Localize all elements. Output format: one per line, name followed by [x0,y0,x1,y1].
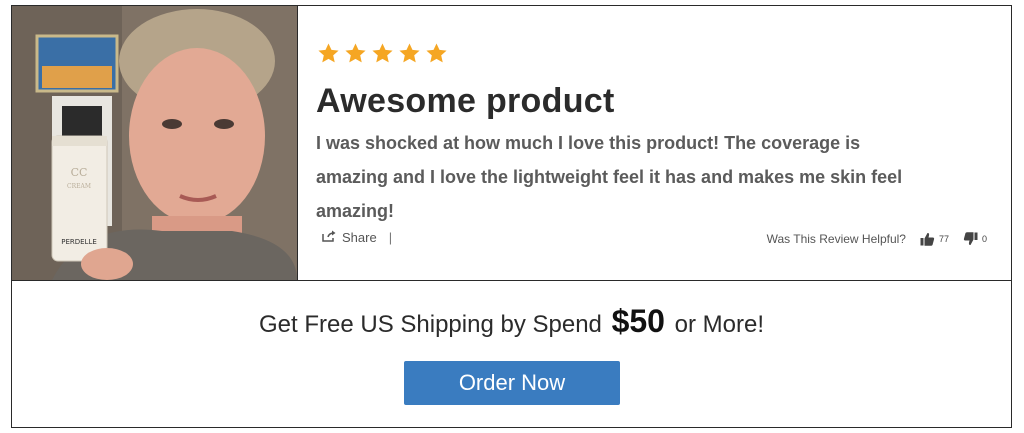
review-title: Awesome product [316,82,615,120]
promo-amount: $50 [611,303,665,339]
svg-text:PERDELLE: PERDELLE [61,238,97,246]
reviewer-photo[interactable]: CC CREAM PERDELLE [12,6,298,280]
star-icon [426,43,447,63]
helpful-question: Was This Review Helpful? [766,232,906,246]
share-icon [322,230,342,245]
downvote-count: 0 [981,234,987,244]
star-rating [317,42,448,65]
promo-suffix: or More! [674,311,764,338]
promo-prefix: Get Free US Shipping by Spend [259,311,602,338]
shipping-promo: Get Free US Shipping by Spend $50 or Mor… [12,303,1011,340]
star-icon [345,43,366,63]
downvote-button[interactable]: 0 [963,232,987,246]
thumbs-down-icon [963,232,978,246]
svg-text:CREAM: CREAM [67,183,91,190]
review-section: CC CREAM PERDELLE Awesome product I was … [12,6,1011,281]
helpful-section: Was This Review Helpful? 77 0 [767,232,987,246]
share-button[interactable]: Share | [322,230,392,245]
upvote-button[interactable]: 77 [920,232,949,246]
star-icon [318,43,339,63]
order-now-button[interactable]: Order Now [404,361,620,405]
upvote-count: 77 [938,234,949,244]
review-card: CC CREAM PERDELLE Awesome product I was … [11,5,1012,428]
review-body: I was shocked at how much I love this pr… [316,133,903,221]
star-icon [399,43,420,63]
star-icon [372,43,393,63]
svg-text:CC: CC [71,166,88,179]
share-label: Share [342,230,377,245]
thumbs-up-icon [920,232,935,246]
share-separator: | [388,230,393,245]
